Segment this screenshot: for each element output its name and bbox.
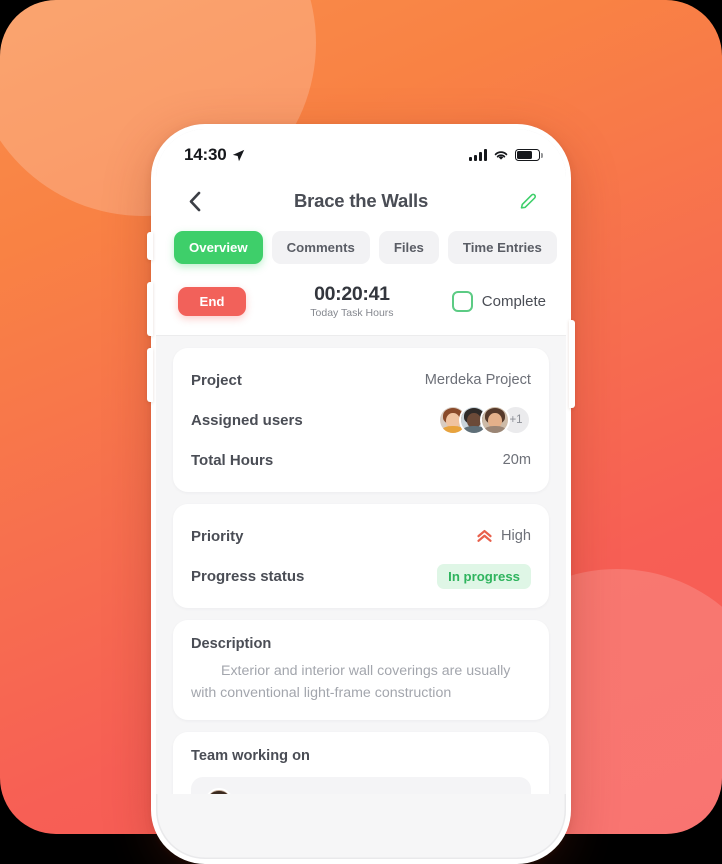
status-bar: 14:30 [156, 129, 566, 175]
assigned-users-row: Assigned users +1 [191, 404, 531, 436]
tab-time-entries[interactable]: Time Entries [448, 231, 557, 264]
tab-files[interactable]: Files [379, 231, 439, 264]
priority-value-wrap: High [476, 528, 531, 544]
project-label: Project [191, 372, 242, 389]
phone-screen: 14:30 Brace the [156, 129, 566, 859]
tab-comments[interactable]: Comments [272, 231, 370, 264]
phone-device-frame: 14:30 Brace the [151, 124, 571, 864]
timer-display: 00:20:41 Today Task Hours [310, 284, 393, 319]
project-value: Merdeka Project [425, 372, 531, 388]
complete-checkbox[interactable] [452, 291, 473, 312]
total-hours-value: 20m [503, 452, 531, 468]
volume-up-button[interactable] [147, 282, 153, 336]
double-chevron-up-icon [476, 529, 493, 544]
assigned-users-avatars[interactable]: +1 [438, 405, 531, 435]
avatar-terri-coleman [205, 788, 233, 794]
team-title: Team working on [191, 748, 531, 764]
total-hours-label: Total Hours [191, 452, 273, 469]
pencil-edit-icon [518, 191, 539, 212]
status-bar-right [469, 149, 540, 162]
priority-label: Priority [191, 528, 244, 545]
tab-bar: Overview Comments Files Time Entries [156, 227, 566, 278]
details-card: Project Merdeka Project Assigned users [173, 348, 549, 492]
assigned-users-label: Assigned users [191, 412, 303, 429]
overview-content[interactable]: Project Merdeka Project Assigned users [156, 336, 566, 794]
timer-bar: End 00:20:41 Today Task Hours Complete [156, 278, 566, 336]
tab-overview[interactable]: Overview [174, 231, 263, 264]
progress-status-row: Progress status In progress [191, 560, 531, 592]
power-button[interactable] [569, 320, 575, 408]
avatar-user-3[interactable] [480, 405, 510, 435]
page-title: Brace the Walls [208, 190, 514, 212]
silent-switch-button[interactable] [147, 232, 153, 260]
edit-button[interactable] [514, 187, 542, 215]
description-card: Description Exterior and interior wall c… [173, 620, 549, 720]
location-arrow-icon [232, 149, 245, 162]
timer-caption: Today Task Hours [310, 307, 393, 319]
complete-label: Complete [482, 293, 546, 310]
description-body: Exterior and interior wall coverings are… [191, 661, 531, 704]
team-member-row[interactable]: Terri Coleman 0h 20m [191, 777, 531, 794]
status-badge: In progress [437, 564, 531, 589]
priority-row: Priority High [191, 520, 531, 552]
progress-status-label: Progress status [191, 568, 304, 585]
timer-elapsed-value: 00:20:41 [310, 284, 393, 305]
wifi-icon [493, 149, 509, 161]
battery-icon [515, 149, 540, 162]
cellular-signal-icon [469, 149, 487, 161]
team-card: Team working on Terri Coleman 0h 20m [173, 732, 549, 794]
navigation-bar: Brace the Walls [156, 175, 566, 227]
total-hours-row: Total Hours 20m [191, 444, 531, 476]
volume-down-button[interactable] [147, 348, 153, 402]
chevron-left-icon [188, 191, 201, 212]
priority-value: High [501, 528, 531, 544]
status-card: Priority High Progress status In progres… [173, 504, 549, 608]
complete-toggle[interactable]: Complete [452, 291, 546, 312]
description-title: Description [191, 636, 531, 652]
back-button[interactable] [180, 187, 208, 215]
project-row: Project Merdeka Project [191, 364, 531, 396]
status-bar-left: 14:30 [184, 145, 245, 165]
status-time-text: 14:30 [184, 145, 226, 165]
end-timer-button[interactable]: End [178, 287, 246, 316]
